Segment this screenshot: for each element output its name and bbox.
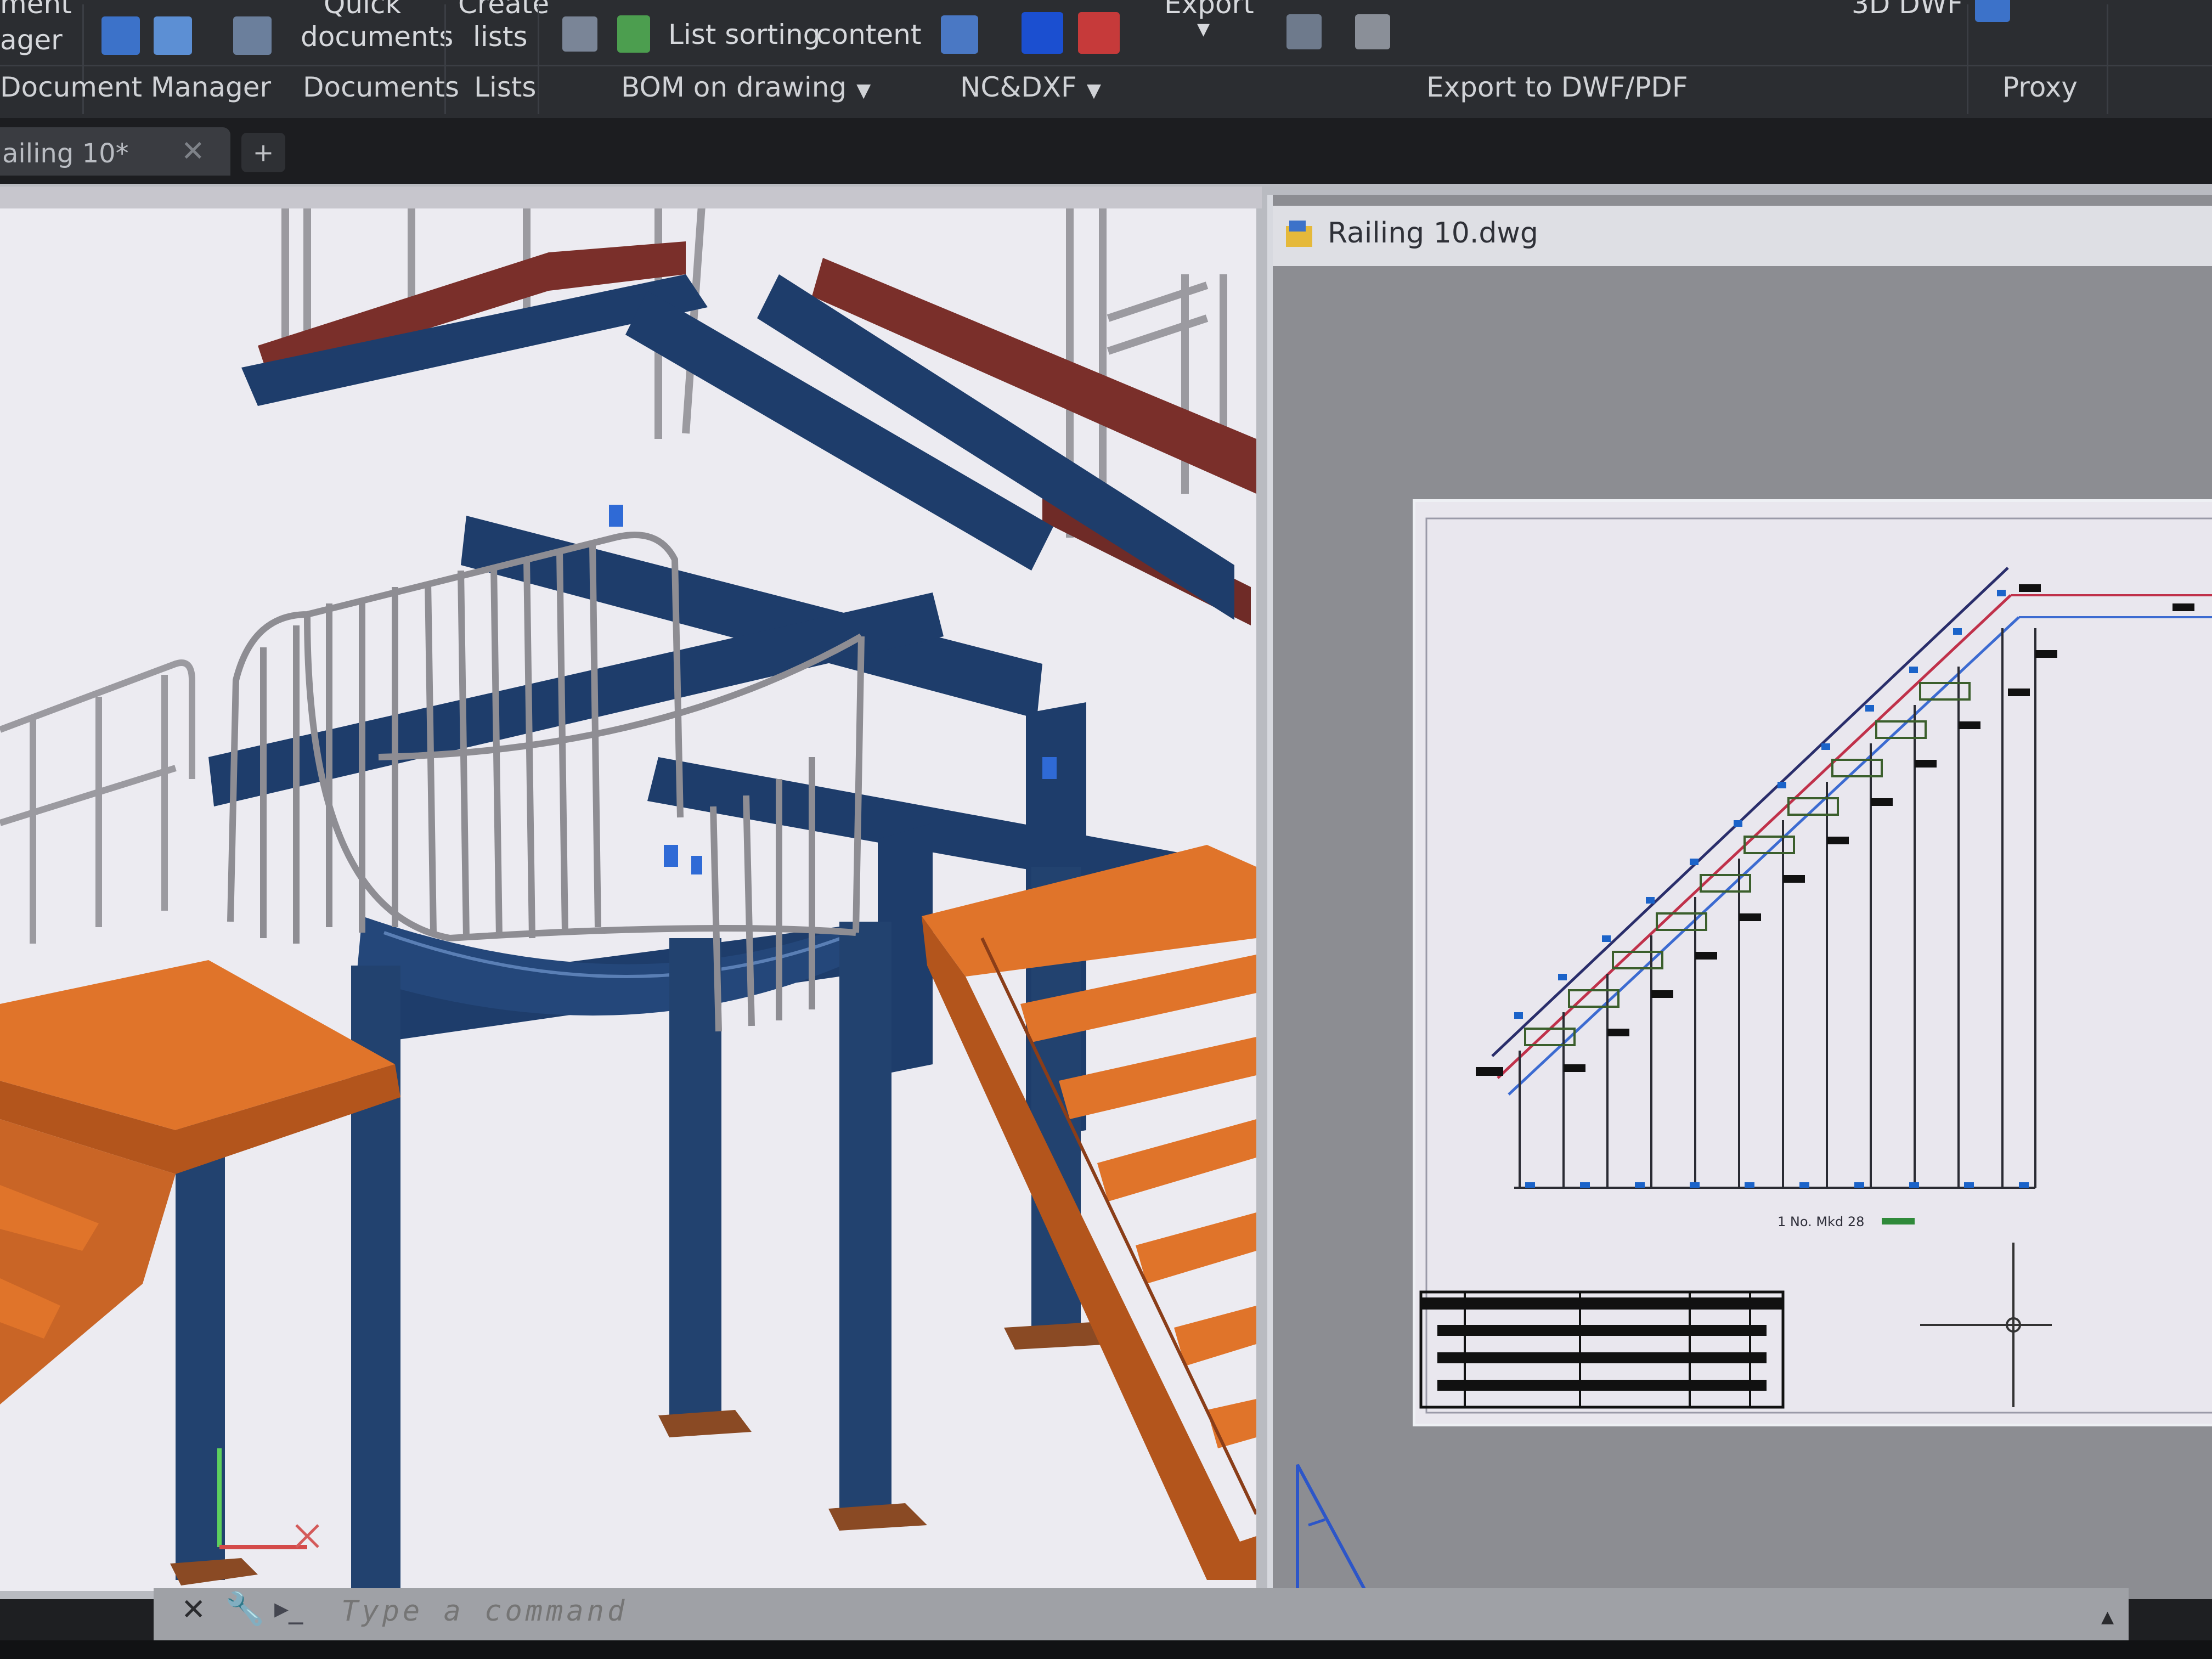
panel-lists[interactable]: Lists	[474, 71, 536, 103]
dwg-file-icon	[1284, 218, 1314, 249]
nc-file-icon[interactable]	[1022, 12, 1063, 54]
preview-title: Railing 10.dwg	[1328, 217, 1538, 250]
quick-documents-label-1: Quick	[324, 0, 402, 20]
quick-documents-button[interactable]: documents	[301, 21, 453, 53]
create-lists-button[interactable]: lists	[473, 21, 528, 53]
quick-documents-icon[interactable]	[233, 16, 272, 55]
export-label: Export	[1164, 0, 1254, 20]
ribbon-panel-divider	[0, 65, 2212, 66]
drawing-sheet[interactable]: 1 No. Mkd 28	[1413, 499, 2212, 1426]
ucs-icon	[217, 1448, 319, 1549]
close-command-line-icon[interactable]: ✕	[181, 1592, 206, 1627]
sort-icon[interactable]	[617, 15, 650, 53]
list-sorting-button[interactable]: List sorting	[668, 19, 820, 50]
customize-wrench-icon[interactable]: 🔧	[225, 1590, 264, 1628]
status-bar	[0, 1640, 2212, 1659]
document-tab-bar	[0, 118, 2212, 184]
panel-nc-dxf[interactable]: NC&DXF ▼	[960, 71, 1101, 103]
staircase-3d-model	[0, 208, 1256, 1591]
panel-nc-dxf-label: NC&DXF	[960, 71, 1077, 103]
panel-document-manager[interactable]: Document Manager	[0, 71, 271, 103]
ribbon-separator	[2107, 4, 2108, 114]
export-dropdown-caret[interactable]: ▼	[1197, 20, 1210, 39]
command-input[interactable]	[340, 1594, 1769, 1628]
bom-table	[1419, 1290, 1785, 1409]
doc-manager-label-2[interactable]: ager	[0, 24, 63, 56]
stair-elevation-drawing: 1 No. Mkd 28	[1419, 517, 2212, 1414]
command-prompt-icon[interactable]: ▸_	[274, 1592, 303, 1625]
panel-documents[interactable]: Documents	[303, 71, 459, 103]
ribbon: ment ager Quick documents Create lists L…	[0, 0, 2212, 118]
viewport-header-strip	[0, 187, 1262, 208]
bom-table-icon[interactable]	[941, 15, 978, 54]
panel-export-dwf-pdf[interactable]: Export to DWF/PDF	[1426, 71, 1688, 103]
sheet-note: 1 No. Mkd 28	[1778, 1214, 1864, 1229]
create-lists-label-1: Create	[458, 0, 550, 20]
panel-bom-on-drawing[interactable]: BOM on drawing ▼	[621, 71, 871, 103]
document-tab-label: ailing 10*	[2, 138, 129, 169]
3d-dwf-label: 3D DWF	[1852, 0, 1963, 20]
panel-bom-label: BOM on drawing	[621, 71, 847, 103]
model-viewport[interactable]	[0, 208, 1256, 1591]
new-tab-button[interactable]: +	[241, 133, 285, 172]
export-pdf-icon[interactable]	[1355, 14, 1390, 49]
document-manager-icon[interactable]	[101, 16, 140, 55]
3d-dwf-icon[interactable]	[1975, 0, 2010, 22]
ribbon-separator	[1967, 4, 1968, 114]
chevron-down-icon: ▼	[856, 80, 871, 101]
close-tab-icon[interactable]: ✕	[181, 135, 205, 168]
bom-settings-icon[interactable]	[562, 16, 597, 52]
content-button[interactable]: content	[816, 19, 921, 50]
crosshair-cursor	[1920, 1243, 2052, 1407]
export-dwf-icon[interactable]	[1286, 14, 1322, 49]
panel-proxy[interactable]: Proxy	[2002, 71, 2078, 103]
command-history-caret-icon[interactable]: ▲	[2101, 1607, 2114, 1627]
doc-manager-label-1: ment	[0, 0, 72, 20]
document-list-icon[interactable]	[154, 16, 192, 55]
dxf-file-icon[interactable]	[1078, 12, 1120, 54]
chevron-down-icon: ▼	[1086, 80, 1101, 101]
ribbon-separator	[538, 4, 539, 114]
